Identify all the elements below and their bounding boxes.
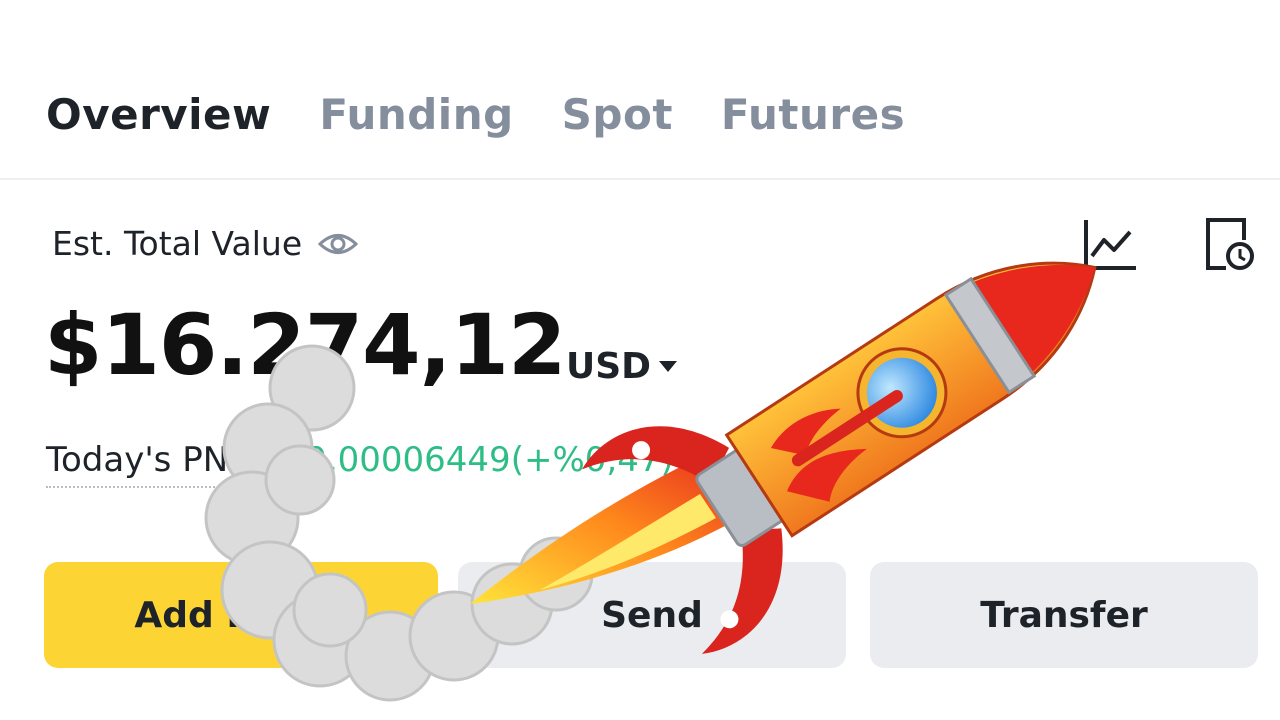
send-button[interactable]: Send bbox=[458, 562, 846, 668]
rocket-nozzle bbox=[695, 445, 790, 548]
eye-icon[interactable] bbox=[318, 229, 359, 259]
est-total-row: Est. Total Value bbox=[52, 224, 359, 263]
tabs-divider bbox=[0, 178, 1280, 180]
tab-funding[interactable]: Funding bbox=[319, 90, 513, 139]
rocket-body bbox=[724, 261, 1097, 538]
todays-pnl-value: +$0,00006449(+%0,47) bbox=[255, 440, 674, 480]
total-balance: $16.274,12 bbox=[44, 296, 566, 394]
tab-overview[interactable]: Overview bbox=[46, 90, 271, 139]
currency-label: USD bbox=[566, 346, 652, 387]
est-total-label: Est. Total Value bbox=[52, 224, 303, 263]
history-clock-icon[interactable] bbox=[1200, 216, 1256, 272]
add-funds-button[interactable]: Add Funds bbox=[44, 562, 438, 668]
rocket-window bbox=[856, 347, 948, 439]
caret-down-icon bbox=[659, 361, 678, 372]
todays-pnl-row: Today's PNL +$0,00006449(+%0,47) bbox=[46, 440, 674, 488]
account-tabs: Overview Funding Spot Futures bbox=[46, 84, 905, 144]
tab-futures[interactable]: Futures bbox=[721, 90, 905, 139]
transfer-button[interactable]: Transfer bbox=[870, 562, 1258, 668]
tab-spot[interactable]: Spot bbox=[562, 90, 673, 139]
todays-pnl-label[interactable]: Today's PNL bbox=[46, 440, 248, 488]
currency-selector[interactable]: USD bbox=[566, 346, 678, 387]
line-chart-icon[interactable] bbox=[1082, 216, 1138, 272]
